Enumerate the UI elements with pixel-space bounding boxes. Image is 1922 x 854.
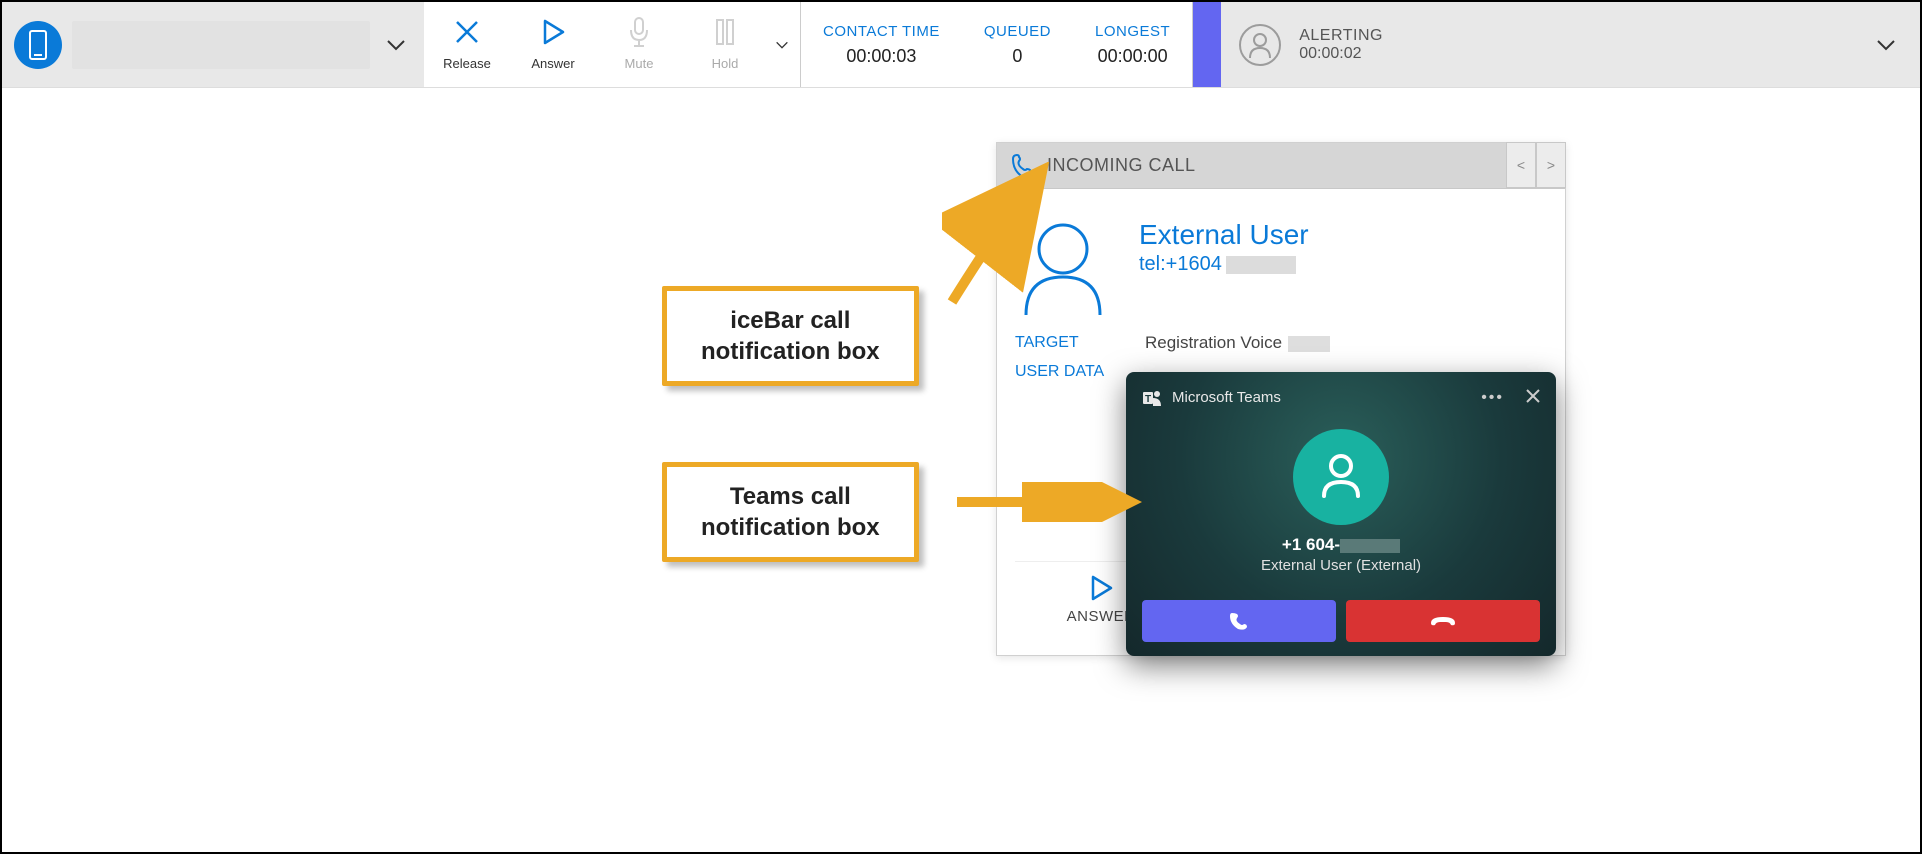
caller-info: External User tel:+1604 — [1139, 219, 1309, 276]
chevron-down-icon — [774, 33, 790, 57]
close-icon — [1526, 389, 1540, 403]
incoming-title: INCOMING CALL — [1047, 155, 1196, 176]
mute-label: Mute — [625, 56, 654, 71]
toolbar-left — [2, 2, 424, 87]
hold-button: Hold — [682, 8, 768, 71]
detail-value: Registration Voice — [1145, 333, 1330, 353]
caller-row: External User tel:+1604 — [1015, 219, 1547, 315]
person-icon — [1316, 450, 1366, 504]
teams-close-button[interactable] — [1526, 386, 1540, 409]
accent-bar — [1193, 2, 1221, 87]
teams-icon: T — [1142, 388, 1162, 408]
annotation-text: Teams call notification box — [701, 483, 880, 541]
stat-queued: QUEUED 0 — [962, 23, 1073, 67]
stat-contact-time: CONTACT TIME 00:00:03 — [801, 23, 962, 67]
teams-more-button[interactable]: ••• — [1481, 389, 1504, 407]
status-box[interactable] — [72, 21, 370, 69]
redacted — [1226, 256, 1296, 274]
alerting-avatar — [1239, 24, 1281, 66]
stat-value: 00:00:00 — [1095, 46, 1170, 67]
phone-badge[interactable] — [14, 21, 62, 69]
chevron-down-icon — [1874, 33, 1898, 57]
annotation-text: iceBar call notification box — [701, 307, 880, 365]
person-icon — [1248, 32, 1272, 58]
mute-button: Mute — [596, 8, 682, 71]
teams-number: +1 604- — [1142, 535, 1540, 555]
hold-icon — [713, 17, 737, 47]
redacted — [1288, 336, 1330, 352]
phone-icon — [1011, 153, 1033, 179]
incoming-header: INCOMING CALL — [997, 143, 1565, 189]
call-actions: Release Answer Mute Hold — [424, 2, 801, 87]
target-value-text: Registration Voice — [1145, 333, 1282, 352]
alerting-text: ALERTING 00:00:02 — [1299, 27, 1383, 63]
annotation-teams: Teams call notification box — [662, 462, 919, 562]
mute-icon — [627, 16, 651, 48]
teams-accept-button[interactable] — [1142, 600, 1336, 642]
phone-decline-icon — [1428, 609, 1458, 633]
detail-key: TARGET — [1015, 334, 1145, 352]
release-icon — [452, 17, 482, 47]
answer-button[interactable]: Answer — [510, 8, 596, 71]
teams-caller: External User (External) — [1142, 557, 1540, 574]
person-icon — [1018, 219, 1108, 315]
alerting-panel[interactable]: ALERTING 00:00:02 — [1221, 2, 1920, 87]
hold-label: Hold — [712, 56, 739, 71]
svg-text:T: T — [1145, 394, 1151, 405]
nav-arrows: < > — [1506, 142, 1566, 188]
alerting-time: 00:00:02 — [1299, 45, 1383, 63]
teams-decline-button[interactable] — [1346, 600, 1540, 642]
stat-value: 00:00:03 — [823, 46, 940, 67]
redacted — [1340, 539, 1400, 553]
stat-label: QUEUED — [984, 23, 1051, 40]
teams-buttons — [1142, 600, 1540, 642]
annotation-icebar: iceBar call notification box — [662, 286, 919, 386]
stat-value: 0 — [984, 46, 1051, 67]
release-button[interactable]: Release — [424, 8, 510, 71]
nav-next[interactable]: > — [1536, 142, 1566, 188]
alerting-title: ALERTING — [1299, 27, 1383, 45]
caller-avatar — [1015, 219, 1111, 315]
release-label: Release — [443, 56, 491, 71]
phone-icon — [27, 30, 49, 60]
teams-number-prefix: +1 604- — [1282, 535, 1340, 554]
teams-call-toast: T Microsoft Teams ••• +1 604- External U… — [1126, 372, 1556, 656]
teams-avatar — [1293, 429, 1389, 525]
stats: CONTACT TIME 00:00:03 QUEUED 0 LONGEST 0… — [801, 2, 1193, 87]
caller-tel-prefix: tel:+1604 — [1139, 253, 1222, 275]
answer-icon — [1088, 574, 1114, 602]
alerting-dropdown[interactable] — [1870, 33, 1902, 57]
phone-accept-icon — [1227, 609, 1251, 633]
answer-icon — [539, 17, 567, 47]
stat-label: CONTACT TIME — [823, 23, 940, 40]
stat-label: LONGEST — [1095, 23, 1170, 40]
nav-prev[interactable]: < — [1506, 142, 1536, 188]
chevron-down-icon — [384, 33, 408, 57]
caller-name: External User — [1139, 219, 1309, 251]
status-dropdown[interactable] — [380, 33, 412, 57]
detail-target: TARGET Registration Voice — [1015, 333, 1547, 353]
teams-header: T Microsoft Teams ••• — [1142, 386, 1540, 409]
answer-label: Answer — [531, 56, 574, 71]
stat-longest: LONGEST 00:00:00 — [1073, 23, 1192, 67]
actions-dropdown[interactable] — [768, 33, 800, 57]
teams-brand: Microsoft Teams — [1172, 389, 1281, 406]
caller-tel: tel:+1604 — [1139, 253, 1309, 276]
toolbar: Release Answer Mute Hold CONTACT TIME 00… — [2, 2, 1920, 88]
